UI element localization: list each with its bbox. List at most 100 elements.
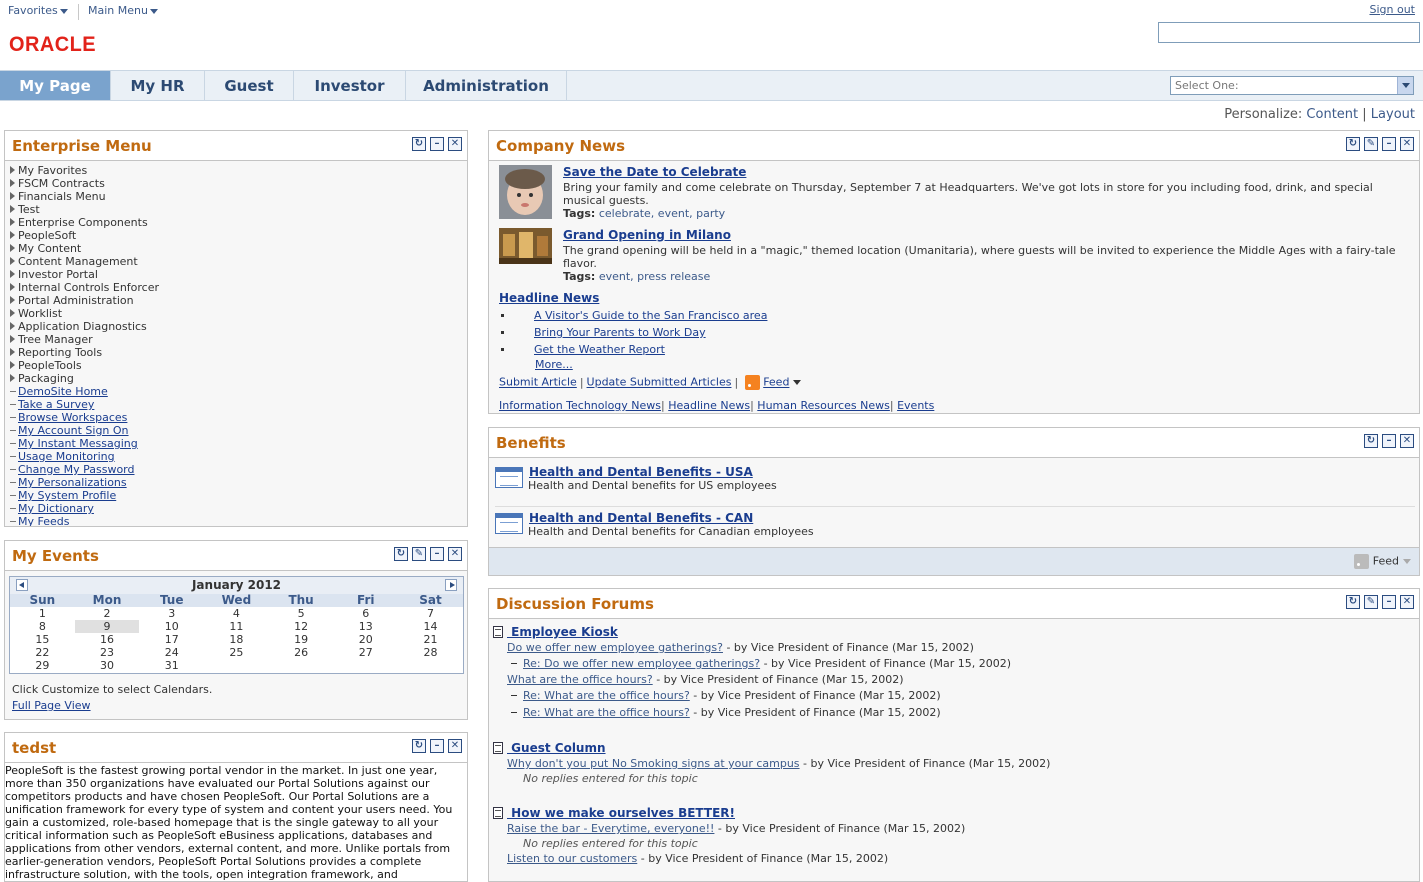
menu-folder[interactable]: Enterprise Components (10, 216, 467, 229)
category-link[interactable]: Events (897, 399, 934, 412)
calendar-day[interactable]: 15 (10, 633, 75, 646)
more-link[interactable]: More... (535, 358, 573, 371)
benefit-title-link[interactable]: Health and Dental Benefits - USA (529, 465, 753, 479)
select-one-dropdown[interactable]: Select One: (1170, 76, 1414, 95)
reply-link[interactable]: Re: What are the office hours? (523, 689, 690, 702)
topic-link[interactable]: Why don't you put No Smoking signs at yo… (507, 757, 800, 770)
menu-folder[interactable]: My Favorites (10, 164, 467, 177)
close-icon[interactable]: ✕ (448, 137, 462, 151)
topic-link[interactable]: Raise the bar - Everytime, everyone!! (507, 822, 714, 835)
menu-link[interactable]: My Instant Messaging (10, 437, 467, 450)
calendar-day[interactable]: 6 (333, 607, 398, 620)
menu-link[interactable]: My Personalizations (10, 476, 467, 489)
calendar-day[interactable]: 26 (269, 646, 334, 659)
calendar-day[interactable]: 25 (204, 646, 269, 659)
menu-folder[interactable]: Test (10, 203, 467, 216)
refresh-icon[interactable]: ↻ (412, 739, 426, 753)
menu-link[interactable]: Browse Workspaces (10, 411, 467, 424)
calendar-day[interactable]: 22 (10, 646, 75, 659)
calendar-day[interactable]: 30 (75, 659, 140, 672)
tab-investor[interactable]: Investor (294, 71, 406, 100)
calendar-day[interactable]: 18 (204, 633, 269, 646)
chevron-down-icon[interactable] (793, 380, 802, 385)
calendar-day[interactable]: 21 (398, 633, 463, 646)
menu-link[interactable]: My Account Sign On (10, 424, 467, 437)
topic-link[interactable]: Listen to our customers (507, 852, 637, 865)
refresh-icon[interactable]: ↻ (1346, 595, 1360, 609)
update-submitted-articles-link[interactable]: Update Submitted Articles (587, 376, 732, 389)
menu-folder[interactable]: Content Management (10, 255, 467, 268)
menu-folder[interactable]: Tree Manager (10, 333, 467, 346)
minimize-icon[interactable]: – (1382, 137, 1396, 151)
menu-link[interactable]: My System Profile (10, 489, 467, 502)
category-link[interactable]: Headline News (668, 399, 750, 412)
sign-out-link[interactable]: Sign out (1369, 3, 1415, 16)
tab-administration[interactable]: Administration (406, 71, 567, 100)
previous-month-icon[interactable] (16, 579, 28, 591)
menu-folder[interactable]: PeopleSoft (10, 229, 467, 242)
tab-guest[interactable]: Guest (205, 71, 294, 100)
next-month-icon[interactable] (445, 579, 457, 591)
menu-folder[interactable]: My Content (10, 242, 467, 255)
calendar-day[interactable]: 10 (139, 620, 204, 633)
calendar-day[interactable]: 13 (333, 620, 398, 633)
favorites-menu[interactable]: Favorites (8, 4, 68, 17)
calendar-day[interactable]: 9 (74, 620, 140, 633)
reply-link[interactable]: Re: What are the office hours? (523, 706, 690, 719)
minimize-icon[interactable]: – (430, 739, 444, 753)
menu-folder[interactable]: Financials Menu (10, 190, 467, 203)
calendar-day[interactable]: 5 (269, 607, 334, 620)
close-icon[interactable]: ✕ (1400, 595, 1414, 609)
category-link[interactable]: Information Technology News (499, 399, 661, 412)
headline-link[interactable]: Get the Weather Report (534, 343, 665, 356)
menu-folder[interactable]: PeopleTools (10, 359, 467, 372)
close-icon[interactable]: ✕ (1400, 434, 1414, 448)
menu-link[interactable]: My Feeds (10, 515, 467, 526)
menu-folder[interactable]: Packaging (10, 372, 467, 385)
minimize-icon[interactable]: – (1382, 434, 1396, 448)
calendar-day[interactable]: 31 (139, 659, 204, 672)
menu-folder[interactable]: Worklist (10, 307, 467, 320)
category-link[interactable]: Human Resources News (757, 399, 890, 412)
calendar-day[interactable]: 17 (139, 633, 204, 646)
minimize-icon[interactable]: – (430, 547, 444, 561)
feed-link[interactable]: Feed (1354, 554, 1411, 569)
calendar-day[interactable]: 7 (398, 607, 463, 620)
calendar-day[interactable]: 11 (204, 620, 269, 633)
calendar-day[interactable]: 27 (333, 646, 398, 659)
refresh-icon[interactable]: ↻ (412, 137, 426, 151)
benefit-title-link[interactable]: Health and Dental Benefits - CAN (529, 511, 753, 525)
calendar-day[interactable]: 2 (75, 607, 140, 620)
menu-folder[interactable]: Internal Controls Enforcer (10, 281, 467, 294)
calendar-day[interactable]: 3 (139, 607, 204, 620)
edit-icon[interactable]: ✎ (412, 547, 426, 561)
menu-folder[interactable]: Reporting Tools (10, 346, 467, 359)
edit-icon[interactable]: ✎ (1364, 137, 1378, 151)
headline-link[interactable]: A Visitor's Guide to the San Francisco a… (534, 309, 767, 322)
menu-link[interactable]: DemoSite Home (10, 385, 467, 398)
news-title-link[interactable]: Save the Date to Celebrate (563, 165, 1409, 179)
edit-icon[interactable]: ✎ (1364, 595, 1378, 609)
calendar-day[interactable]: 16 (75, 633, 140, 646)
close-icon[interactable]: ✕ (448, 739, 462, 753)
personalize-content-link[interactable]: Content (1306, 107, 1358, 122)
menu-link[interactable]: Usage Monitoring (10, 450, 467, 463)
menu-folder[interactable]: Portal Administration (10, 294, 467, 307)
refresh-icon[interactable]: ↻ (394, 547, 408, 561)
calendar-day[interactable]: 28 (398, 646, 463, 659)
submit-article-link[interactable]: Submit Article (499, 376, 577, 389)
menu-folder[interactable]: FSCM Contracts (10, 177, 467, 190)
calendar-day[interactable]: 19 (269, 633, 334, 646)
topic-link[interactable]: What are the office hours? (507, 673, 653, 686)
headline-news-title-link[interactable]: Headline News (499, 291, 599, 305)
refresh-icon[interactable]: ↻ (1346, 137, 1360, 151)
tab-my-page[interactable]: My Page (0, 71, 111, 100)
minimize-icon[interactable]: – (1382, 595, 1396, 609)
calendar-day[interactable]: 20 (333, 633, 398, 646)
menu-link[interactable]: My Dictionary (10, 502, 467, 515)
calendar-day[interactable]: 4 (204, 607, 269, 620)
refresh-icon[interactable]: ↻ (1364, 434, 1378, 448)
search-input[interactable] (1158, 22, 1420, 43)
calendar-day[interactable]: 1 (10, 607, 75, 620)
menu-link[interactable]: Take a Survey (10, 398, 467, 411)
